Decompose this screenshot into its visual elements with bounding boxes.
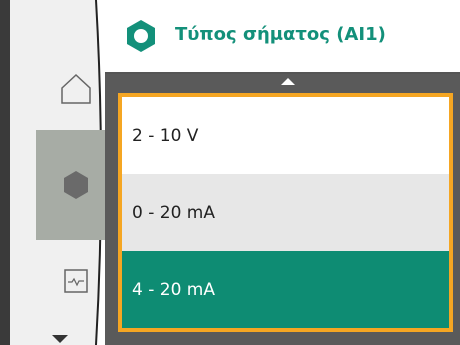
nav-item-settings[interactable] (36, 130, 115, 240)
device-frame-edge (0, 0, 10, 345)
option-4-20ma-selected[interactable]: 4 - 20 mA (122, 251, 449, 328)
gear-icon (127, 20, 155, 52)
monitor-icon (63, 269, 88, 293)
screen-header: Τύπος σήματος (AI1) (105, 0, 460, 74)
option-label: 0 - 20 mA (132, 202, 215, 223)
signal-type-list[interactable]: 2 - 10 V 0 - 20 mA 4 - 20 mA (118, 93, 453, 332)
option-0-20ma[interactable]: 0 - 20 mA (122, 174, 449, 251)
home-icon (60, 73, 91, 104)
nav-scroll-down-indicator (52, 335, 68, 343)
content-area: 2 - 10 V 0 - 20 mA 4 - 20 mA (105, 74, 460, 345)
page-title: Τύπος σήματος (AI1) (175, 24, 386, 45)
option-label: 4 - 20 mA (132, 279, 215, 300)
scroll-up-indicator (281, 78, 295, 85)
option-label: 2 - 10 V (132, 125, 199, 146)
nav-item-monitor[interactable] (36, 240, 115, 322)
option-2-10v[interactable]: 2 - 10 V (122, 97, 449, 174)
gear-icon (63, 171, 88, 199)
nav-item-home[interactable] (36, 48, 115, 130)
side-navigation (10, 0, 115, 345)
